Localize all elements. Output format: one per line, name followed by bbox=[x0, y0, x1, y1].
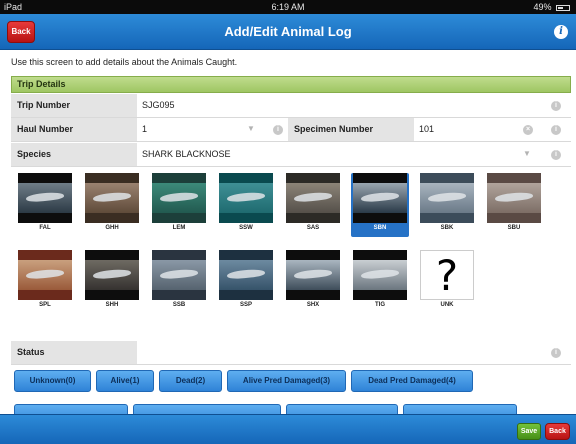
status-field[interactable] bbox=[142, 341, 542, 364]
specimen-clear-icon[interactable]: × bbox=[523, 125, 533, 135]
trip-number-row: Trip Number SJG095 i bbox=[11, 94, 571, 118]
species-photo bbox=[152, 250, 206, 300]
status-row: Status i bbox=[11, 341, 571, 365]
species-photo bbox=[18, 173, 72, 223]
page-title: Add/Edit Animal Log bbox=[224, 24, 352, 39]
species-thumb-shh[interactable]: SHH bbox=[83, 250, 141, 314]
species-code-label: SSP bbox=[239, 302, 252, 308]
nav-bar: Back Add/Edit Animal Log i bbox=[0, 14, 576, 50]
battery-icon bbox=[556, 4, 570, 11]
footer-back-button[interactable]: Back bbox=[545, 423, 570, 440]
species-photo bbox=[286, 250, 340, 300]
species-photo bbox=[219, 173, 273, 223]
species-chevron-down-icon[interactable]: ▼ bbox=[523, 149, 531, 158]
species-photo bbox=[286, 173, 340, 223]
specimen-info-icon[interactable]: i bbox=[551, 125, 561, 135]
species-photo bbox=[18, 250, 72, 300]
species-code-label: FAL bbox=[39, 225, 51, 231]
species-code-label: SHX bbox=[306, 302, 320, 308]
trip-details-header: Trip Details bbox=[11, 76, 571, 93]
species-thumb-spl[interactable]: SPL bbox=[16, 250, 74, 314]
species-info-icon[interactable]: i bbox=[551, 150, 561, 160]
species-code-label: SSB bbox=[172, 302, 186, 308]
species-code-label: UNK bbox=[440, 302, 454, 308]
species-thumb-unk[interactable]: ? UNK bbox=[418, 250, 476, 314]
species-label: Species bbox=[11, 143, 137, 166]
specimen-number-field[interactable]: 101 bbox=[419, 118, 519, 141]
species-thumb-ssw[interactable]: SSW bbox=[217, 173, 275, 237]
species-code-label: SBN bbox=[373, 225, 387, 231]
species-thumb-ssp[interactable]: SSP bbox=[217, 250, 275, 314]
species-photo bbox=[219, 250, 273, 300]
trip-number-label: Trip Number bbox=[11, 94, 137, 117]
species-code-label: LEM bbox=[172, 225, 186, 231]
species-code-label: SSW bbox=[239, 225, 253, 231]
info-icon[interactable]: i bbox=[554, 25, 568, 39]
species-photo bbox=[353, 250, 407, 300]
status-dead-pred-damaged-button[interactable]: Dead Pred Damaged(4) bbox=[351, 370, 473, 392]
status-alive-pred-damaged-button[interactable]: Alive Pred Damaged(3) bbox=[227, 370, 346, 392]
status-unknown-button[interactable]: Unknown(0) bbox=[14, 370, 91, 392]
species-thumb-sbk[interactable]: SBK bbox=[418, 173, 476, 237]
haul-chevron-down-icon[interactable]: ▼ bbox=[247, 124, 255, 133]
trip-number-info-icon[interactable]: i bbox=[551, 101, 561, 111]
species-code-label: GHH bbox=[105, 225, 119, 231]
species-code-label: SBU bbox=[507, 225, 521, 231]
species-thumb-ghh[interactable]: GHH bbox=[83, 173, 141, 237]
species-code-label: SPL bbox=[39, 302, 51, 308]
status-bar: iPad 6:19 AM 49% bbox=[0, 0, 576, 14]
species-photo: ? bbox=[420, 250, 474, 300]
specimen-number-label: Specimen Number bbox=[288, 118, 414, 141]
species-photo bbox=[420, 173, 474, 223]
status-alive-button[interactable]: Alive(1) bbox=[96, 370, 154, 392]
species-thumb-tig[interactable]: TIG bbox=[351, 250, 409, 314]
species-thumb-sas[interactable]: SAS bbox=[284, 173, 342, 237]
clock: 6:19 AM bbox=[271, 2, 305, 12]
battery-percent: 49% bbox=[533, 2, 552, 12]
species-code-label: SBK bbox=[440, 225, 454, 231]
status-label: Status bbox=[11, 341, 137, 364]
species-code-label: SHH bbox=[105, 302, 119, 308]
haul-specimen-row: Haul Number 1 ▼ i Specimen Number 101 × … bbox=[11, 118, 571, 142]
species-code-label: SAS bbox=[306, 225, 320, 231]
species-thumb-ssb[interactable]: SSB bbox=[150, 250, 208, 314]
species-code-label: TIG bbox=[375, 302, 385, 308]
haul-number-info-icon[interactable]: i bbox=[273, 125, 283, 135]
species-select[interactable]: SHARK BLACKNOSE bbox=[142, 143, 502, 166]
save-button[interactable]: Save bbox=[517, 423, 541, 440]
species-thumb-fal[interactable]: FAL bbox=[16, 173, 74, 237]
battery-indicator: 49% bbox=[533, 0, 570, 14]
status-dead-button[interactable]: Dead(2) bbox=[159, 370, 222, 392]
app-screen: iPad 6:19 AM 49% Back Add/Edit Animal Lo… bbox=[0, 0, 576, 444]
species-photo bbox=[85, 250, 139, 300]
instructions-text: Use this screen to add details about the… bbox=[11, 57, 238, 67]
footer-bar: Save Back bbox=[0, 414, 576, 444]
species-thumb-shx[interactable]: SHX bbox=[284, 250, 342, 314]
species-thumb-sbu[interactable]: SBU bbox=[485, 173, 543, 237]
question-mark-icon: ? bbox=[435, 251, 459, 300]
trip-number-field[interactable]: SJG095 bbox=[142, 94, 542, 117]
species-photo bbox=[152, 173, 206, 223]
species-thumb-lem[interactable]: LEM bbox=[150, 173, 208, 237]
haul-number-label: Haul Number bbox=[11, 118, 137, 141]
species-photo bbox=[85, 173, 139, 223]
species-photo bbox=[353, 173, 407, 223]
species-thumb-sbn[interactable]: SBN bbox=[351, 173, 409, 237]
species-row: Species SHARK BLACKNOSE ▼ i bbox=[11, 143, 571, 167]
species-photo bbox=[487, 173, 541, 223]
haul-number-field[interactable]: 1 bbox=[142, 118, 257, 141]
status-info-icon[interactable]: i bbox=[551, 348, 561, 358]
